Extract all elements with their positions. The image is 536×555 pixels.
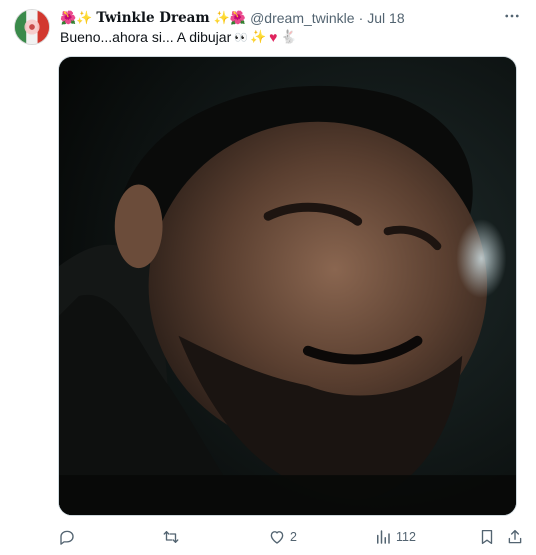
reply-icon — [60, 530, 74, 545]
rabbit-emoji: 🐇 — [280, 29, 297, 44]
author-display-name[interactable]: Twinkle Dream — [96, 10, 209, 26]
photo-icon — [59, 57, 516, 515]
more-horizontal-icon — [505, 14, 519, 18]
bookmark-button[interactable] — [478, 524, 496, 550]
share-button[interactable] — [506, 524, 524, 550]
sparkle-emoji: ✨ — [249, 29, 267, 44]
like-count: 2 — [290, 530, 297, 544]
reply-button[interactable] — [58, 524, 80, 550]
views-button[interactable]: 112 — [374, 524, 416, 550]
tweet-actions: 2 112 — [58, 524, 524, 550]
eyes-emoji: 👀 — [234, 31, 248, 44]
views-count: 112 — [396, 530, 416, 544]
tweet-header: 🌺✨ Twinkle Dream ✨🌺 @dream_twinkle · Jul… — [60, 8, 405, 28]
tweet-date[interactable]: Jul 18 — [367, 10, 404, 26]
like-button[interactable]: 2 — [268, 524, 297, 550]
retweet-button[interactable] — [162, 524, 184, 550]
name-suffix-emoji: ✨🌺 — [213, 10, 247, 25]
avatar-image — [15, 10, 49, 44]
tweet-media-image[interactable] — [58, 56, 517, 516]
name-prefix-emoji: 🌺✨ — [60, 10, 93, 25]
heart-icon — [270, 531, 284, 544]
views-bar-chart-icon — [377, 530, 390, 544]
bookmark-icon — [481, 529, 493, 545]
tweet[interactable]: 🌺✨ Twinkle Dream ✨🌺 @dream_twinkle · Jul… — [0, 0, 536, 555]
tweet-text-body: Bueno...ahora si... A dibujar — [60, 29, 232, 45]
share-upload-icon — [508, 529, 522, 544]
header-separator: · — [358, 10, 364, 26]
tweet-text: Bueno...ahora si... A dibujar 👀 ✨ ♥ 🐇 — [60, 29, 297, 45]
more-options-button[interactable] — [502, 6, 522, 26]
author-avatar[interactable] — [14, 9, 50, 45]
heart-emoji: ♥ — [269, 29, 278, 45]
author-handle[interactable]: @dream_twinkle — [250, 10, 354, 26]
retweet-icon — [163, 531, 179, 543]
